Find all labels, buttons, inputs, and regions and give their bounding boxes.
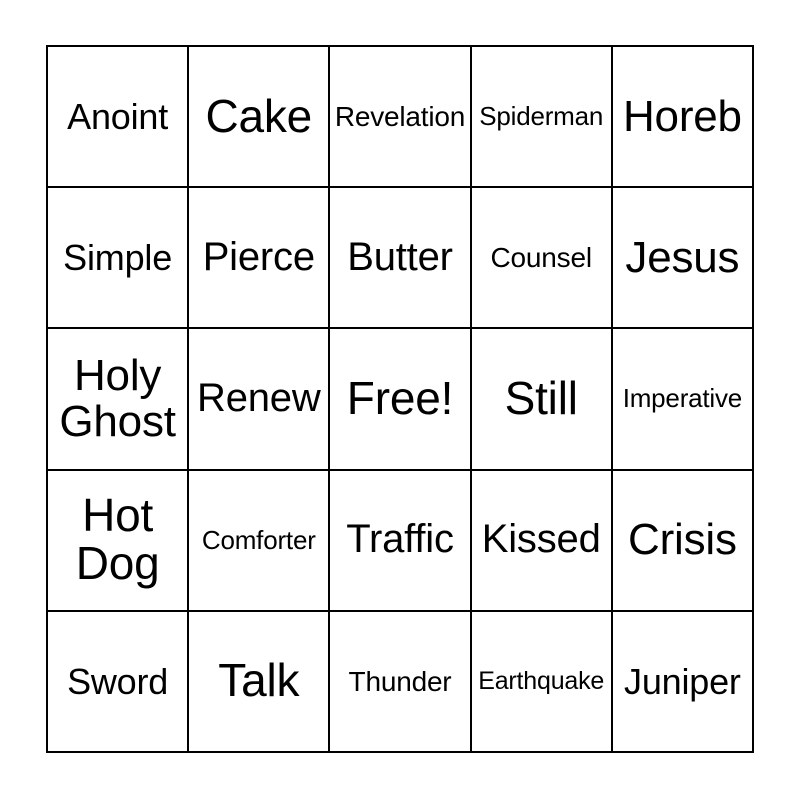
bingo-cell[interactable]: Butter — [330, 188, 472, 330]
bingo-cell-label: Simple — [63, 237, 173, 279]
bingo-cell-label: Kissed — [481, 517, 601, 562]
bingo-cell-label: Renew — [197, 376, 321, 421]
bingo-cell[interactable]: Hot Dog — [48, 470, 190, 612]
bingo-cell-label: Traffic — [346, 517, 454, 562]
bingo-cell-label: Cake — [205, 89, 313, 142]
bingo-cell[interactable]: Juniper — [612, 611, 754, 753]
bingo-cell-label: Anoint — [67, 95, 169, 137]
bingo-cell-label: Crisis — [628, 515, 737, 565]
bingo-cell-label: Horeb — [622, 91, 742, 141]
bingo-cell-label: Holy Ghost — [59, 351, 176, 446]
bingo-cell[interactable]: Renew — [189, 329, 331, 471]
bingo-cell-label: Spiderman — [479, 101, 604, 132]
bingo-cell[interactable]: Crisis — [612, 470, 754, 612]
bingo-cell-label: Butter — [347, 234, 453, 279]
bingo-cell[interactable]: Pierce — [189, 188, 331, 330]
bingo-cell[interactable]: Revelation — [330, 47, 472, 189]
bingo-cell-label: Sword — [67, 660, 169, 702]
bingo-cell-label: Imperative — [622, 383, 743, 414]
bingo-card-grid: Anoint Cake Revelation Spiderman Horeb Simple… — [46, 45, 754, 753]
bingo-cell[interactable]: Holy Ghost — [48, 329, 190, 471]
bingo-cell-label: Talk — [218, 654, 300, 707]
bingo-cell-label: Jesus — [625, 232, 740, 282]
bingo-cell-label: Earthquake — [478, 667, 605, 696]
bingo-cell-label: Thunder — [348, 665, 452, 697]
bingo-cell[interactable]: Counsel — [471, 188, 613, 330]
bingo-cell[interactable]: Talk — [189, 611, 331, 753]
bingo-cell[interactable]: Traffic — [330, 470, 472, 612]
bingo-cell[interactable]: Imperative — [612, 329, 754, 471]
bingo-cell[interactable]: Jesus — [612, 188, 754, 330]
bingo-cell[interactable]: Comforter — [189, 470, 331, 612]
bingo-cell[interactable]: Horeb — [612, 47, 754, 189]
bingo-cell[interactable]: Simple — [48, 188, 190, 330]
bingo-cell[interactable]: Spiderman — [471, 47, 613, 189]
bingo-cell-label: Counsel — [490, 242, 593, 274]
bingo-cell-label: Still — [504, 372, 578, 425]
bingo-cell[interactable]: Cake — [189, 47, 331, 189]
bingo-cell-label: Free! — [346, 372, 454, 425]
bingo-cell-label: Hot Dog — [75, 489, 160, 590]
bingo-cell[interactable]: Earthquake — [471, 611, 613, 753]
bingo-cell[interactable]: Kissed — [471, 470, 613, 612]
bingo-cell[interactable]: Still — [471, 329, 613, 471]
bingo-cell[interactable]: Anoint — [48, 47, 190, 189]
bingo-cell-label: Juniper — [624, 660, 741, 702]
bingo-cell-label: Pierce — [202, 234, 315, 279]
bingo-cell-label: Comforter — [201, 524, 316, 555]
bingo-cell-label: Revelation — [334, 101, 466, 133]
bingo-cell-free-space[interactable]: Free! — [330, 329, 472, 471]
bingo-cell[interactable]: Sword — [48, 611, 190, 753]
bingo-cell[interactable]: Thunder — [330, 611, 472, 753]
